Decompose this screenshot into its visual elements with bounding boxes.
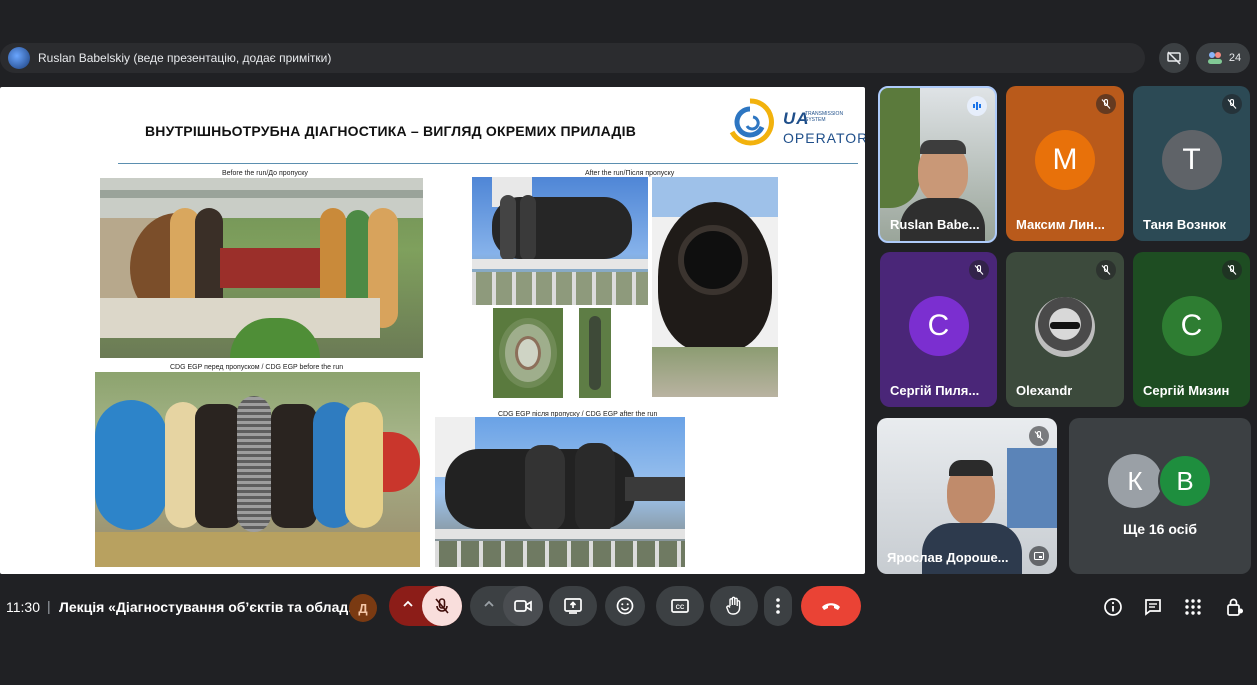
meeting-title: Лекція «Діагностування об’єктів та облад… xyxy=(59,599,360,615)
camera-toggle-button[interactable] xyxy=(503,586,543,626)
participant-avatar: Т xyxy=(1161,129,1222,190)
participant-avatar: С xyxy=(1161,295,1222,356)
photo-before-run xyxy=(100,178,423,358)
company-logo: UA TRANSMISSION SYSTEM OPERATOR xyxy=(725,95,865,150)
present-icon xyxy=(564,598,582,614)
slide-divider xyxy=(118,163,858,164)
mic-control-group xyxy=(389,586,462,626)
meeting-time: 11:30 xyxy=(6,599,40,615)
chevron-up-icon xyxy=(484,600,494,607)
apps-grid-icon xyxy=(1185,599,1201,615)
others-label: Ще 16 осіб xyxy=(1122,521,1198,537)
chat-icon xyxy=(1145,599,1161,616)
screen-share-icon xyxy=(1029,546,1049,566)
info-icon xyxy=(1104,598,1122,616)
hand-icon xyxy=(726,596,741,615)
participant-tile-serhii-p[interactable]: С Сергій Пиля... xyxy=(880,252,997,407)
presenter-bar: Ruslan Babelskiy (веде презентацію, дода… xyxy=(0,43,1145,73)
lock-person-icon xyxy=(1227,598,1243,616)
presentation-slide: ВНУТРІШНЬОТРУБНА ДІАГНОСТИКА – ВИГЛЯД ОК… xyxy=(0,87,865,574)
photo-disc xyxy=(493,308,563,398)
stop-presenting-button[interactable] xyxy=(1159,43,1189,73)
participant-name: Таня Вознюк xyxy=(1143,217,1226,232)
reactions-button[interactable] xyxy=(605,586,645,626)
chat-button[interactable] xyxy=(1140,594,1166,620)
participant-name: Ruslan Babe... xyxy=(890,217,980,232)
mic-off-icon xyxy=(969,260,989,280)
emoji-icon xyxy=(616,597,634,615)
participant-tile-maksym[interactable]: М Максим Лин... xyxy=(1006,86,1124,241)
participant-tile-yaroslav[interactable]: Ярослав Дороше... xyxy=(877,418,1057,574)
meeting-badge[interactable]: Д xyxy=(349,594,377,622)
separator: | xyxy=(47,598,51,614)
captions-icon: CC xyxy=(671,599,689,613)
mic-off-icon xyxy=(435,598,449,614)
others-avatar-1: К xyxy=(1108,454,1162,508)
photo-disc-side xyxy=(579,308,611,398)
present-screen-button[interactable] xyxy=(549,586,597,626)
camera-options-button[interactable] xyxy=(482,597,496,616)
people-icon xyxy=(1207,52,1222,64)
presenter-avatar xyxy=(8,47,30,69)
photo-after-run-1 xyxy=(472,177,648,305)
slide-title: ВНУТРІШНЬОТРУБНА ДІАГНОСТИКА – ВИГЛЯД ОК… xyxy=(145,123,637,139)
speaking-indicator-icon xyxy=(967,96,987,116)
meeting-details-button[interactable] xyxy=(1100,594,1126,620)
logo-operator: OPERATOR xyxy=(783,130,865,146)
photo-cdg-before xyxy=(95,372,420,567)
control-bar: 11:30 | Лекція «Діагностування об’єктів … xyxy=(0,586,1257,628)
participant-avatar: С xyxy=(908,295,969,356)
participant-name: Сергій Пиля... xyxy=(890,383,980,398)
mic-toggle-button[interactable] xyxy=(422,586,462,626)
mic-off-icon xyxy=(1222,260,1242,280)
participant-tile-tanya[interactable]: Т Таня Вознюк xyxy=(1133,86,1250,241)
mic-off-icon xyxy=(1096,94,1116,114)
phone-hangup-icon xyxy=(822,603,840,610)
chevron-up-icon xyxy=(403,600,413,607)
logo-subtitle: TRANSMISSION SYSTEM xyxy=(805,111,844,123)
end-call-button[interactable] xyxy=(801,586,861,626)
participants-count: 24 xyxy=(1228,52,1242,64)
participant-name: Ярослав Дороше... xyxy=(887,550,1009,565)
participant-name: Сергій Мизин xyxy=(1143,383,1230,398)
others-tile[interactable]: К В Ще 16 осіб xyxy=(1069,418,1251,574)
participants-button[interactable]: 24 xyxy=(1196,43,1250,73)
participant-avatar: М xyxy=(1035,129,1095,190)
host-controls-button[interactable] xyxy=(1222,594,1248,620)
participant-tile-ruslan[interactable]: Ruslan Babe... xyxy=(878,86,997,243)
participant-tile-olexandr[interactable]: Olexandr xyxy=(1006,252,1124,407)
activities-button[interactable] xyxy=(1180,594,1206,620)
presenter-text: Ruslan Babelskiy (веде презентацію, дода… xyxy=(38,51,332,65)
logo-mark-icon xyxy=(729,98,774,146)
svg-text:CC: CC xyxy=(676,605,685,611)
caption-cdg-before: CDG EGP перед пропуском / CDG EGP before… xyxy=(170,364,344,371)
screen-off-icon xyxy=(1167,51,1181,65)
caption-after: After the run/Після пропуску xyxy=(585,170,675,177)
participant-name: Максим Лин... xyxy=(1016,217,1105,232)
camera-control-group xyxy=(470,586,543,626)
participant-tile-serhii-m[interactable]: С Сергій Мизин xyxy=(1133,252,1250,407)
others-avatar-2: В xyxy=(1158,454,1212,508)
mic-off-icon xyxy=(1029,426,1049,446)
more-vert-icon xyxy=(776,598,780,614)
mic-off-icon xyxy=(1222,94,1242,114)
mic-options-button[interactable] xyxy=(401,597,415,616)
photo-cdg-after xyxy=(435,417,685,567)
caption-before: Before the run/До пропуску xyxy=(222,170,308,177)
camera-icon xyxy=(514,600,532,612)
participant-name: Olexandr xyxy=(1016,383,1073,398)
more-options-button[interactable] xyxy=(764,586,792,626)
captions-button[interactable]: CC xyxy=(656,586,704,626)
photo-after-run-2 xyxy=(652,177,778,397)
raise-hand-button[interactable] xyxy=(710,586,758,626)
mic-off-icon xyxy=(1096,260,1116,280)
